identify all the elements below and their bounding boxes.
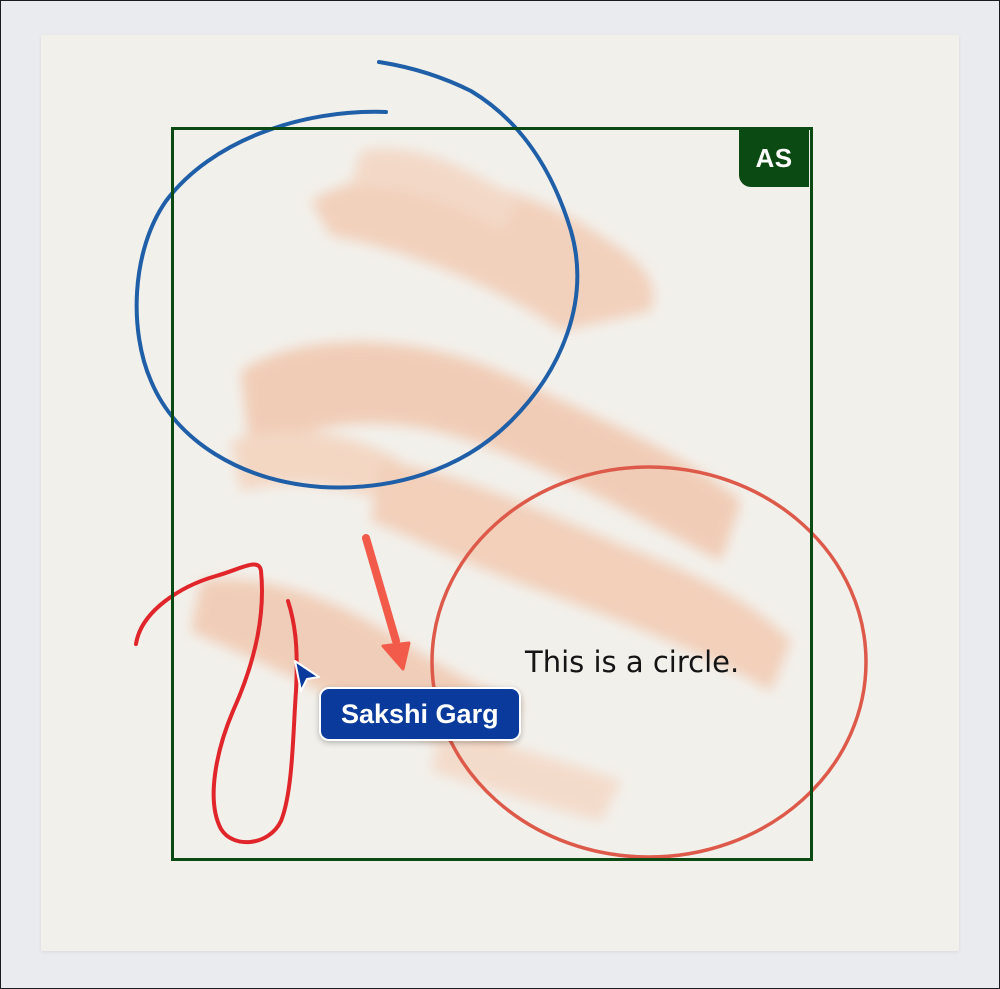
whiteboard-screen: AS This is a circle. Sakshi Garg — [0, 0, 1000, 989]
circle-caption-text[interactable]: This is a circle. — [525, 645, 739, 679]
collaborator-cursor-icon — [294, 660, 320, 692]
owner-initials-badge[interactable]: AS — [739, 129, 809, 187]
selection-frame[interactable] — [171, 127, 813, 861]
collaborator-name-tag: Sakshi Garg — [319, 687, 521, 741]
